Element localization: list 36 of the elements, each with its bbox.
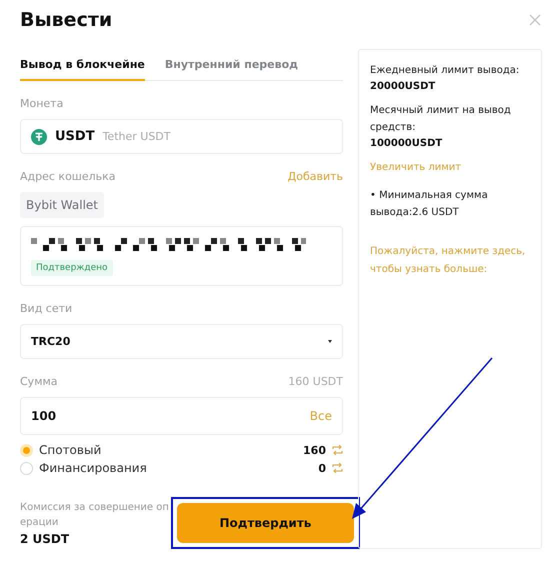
address-card[interactable]: Подтверждено [20,226,343,286]
coin-select[interactable]: USDT Tether USDT [20,119,343,154]
account-balance: 160 [303,444,326,456]
minimum-note: • Минимальная сумма вывода:2.6 USDT [370,189,489,220]
field-label: Монета [20,97,64,110]
amount-value[interactable]: 100 [31,409,302,423]
network-select[interactable]: TRC20 [20,324,343,359]
field-label: Сумма [20,375,58,388]
fee-value: 2 USDT [20,532,70,546]
limit-value: 100000USDT [370,137,444,151]
fee-label: Комиссия за совершение оп [20,501,169,515]
transfer-icon[interactable] [332,463,343,473]
caret-icon [328,340,332,343]
transfer-icon[interactable] [332,445,343,455]
tab[interactable]: Вывод в блокчейне [20,49,145,81]
limit-label: Ежедневный лимит вывода: [370,64,520,78]
account-name: Спотовый [39,443,102,457]
limit-label: Месячный лимит на вывод средств: [370,104,512,135]
fee-label: ерации [20,516,60,530]
limit-value: 20000USDT [370,80,436,94]
wallet-tag[interactable]: Bybit Wallet [20,192,104,218]
close-icon[interactable] [529,14,541,26]
coin-name: Tether USDT [102,130,170,143]
tab[interactable]: Внутренний перевод [164,49,298,81]
status-badge: Подтверждено [31,260,113,276]
radio-button[interactable] [20,462,33,474]
available-amount: 160 USDT [288,375,343,388]
account-name: Финансирования [39,461,148,475]
coin-icon [31,128,47,144]
radio-button[interactable] [20,444,33,456]
field-label: Вид сети [20,302,72,315]
confirm-button[interactable]: Подтвердить [176,503,354,543]
account-balance: 0 [318,462,326,474]
coin-symbol: USDT [55,129,95,144]
field-label: Адрес кошелька [20,170,116,183]
window-title: Вывести [20,9,112,31]
